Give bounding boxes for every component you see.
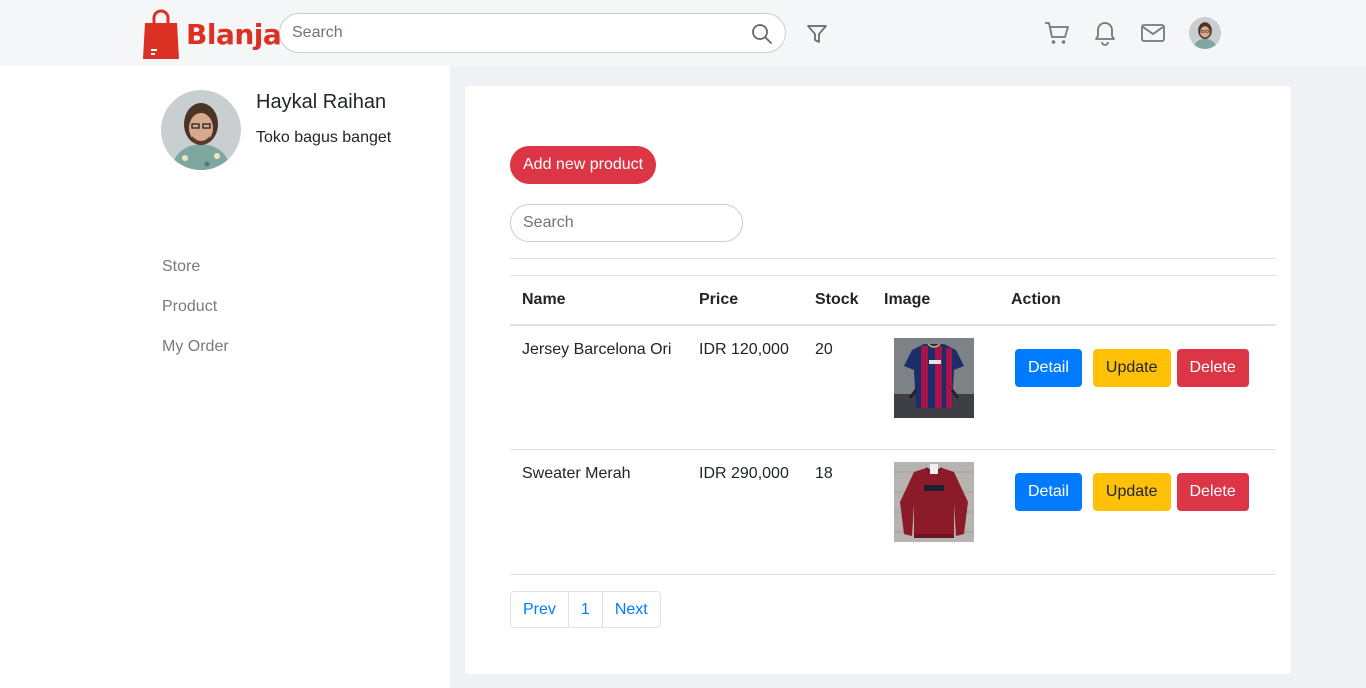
shopping-bag-logo-icon	[143, 9, 179, 59]
detail-button[interactable]: Detail	[1015, 348, 1082, 387]
cart-icon[interactable]	[1044, 20, 1070, 46]
row-actions: Detail Update Delete	[999, 325, 1276, 450]
top-navbar: Blanja	[0, 0, 1366, 66]
avatar-photo	[1189, 17, 1221, 49]
delete-button[interactable]: Delete	[1176, 348, 1249, 387]
pagination: Prev 1 Next	[510, 591, 661, 628]
red-sweater-image[interactable]	[894, 462, 974, 542]
brand-name: Blanja	[186, 17, 282, 51]
update-button[interactable]: Update	[1092, 348, 1171, 387]
update-button[interactable]: Update	[1092, 473, 1171, 511]
brand-logo[interactable]: Blanja	[142, 8, 282, 60]
product-image-cell	[872, 450, 999, 575]
seller-sidebar: Haykal Raihan Toko bagus banget Store Pr…	[0, 66, 450, 688]
product-price: IDR 120,000	[699, 340, 789, 358]
column-header-stock: Stock	[815, 290, 859, 308]
product-name: Sweater Merah	[522, 465, 631, 482]
filter-icon[interactable]	[806, 23, 828, 45]
user-avatar[interactable]	[1189, 17, 1221, 49]
column-header-action: Action	[1011, 290, 1061, 308]
pagination-page-1[interactable]: 1	[567, 592, 602, 627]
page-background	[1291, 66, 1366, 688]
top-search-input[interactable]	[292, 22, 732, 44]
product-name: Jersey Barcelona Ori	[522, 340, 672, 358]
pagination-next[interactable]: Next	[601, 592, 660, 627]
profile-avatar	[161, 90, 241, 170]
column-header-price: Price	[699, 290, 739, 308]
product-image-cell	[872, 325, 999, 450]
table-row: Sweater Merah IDR 290,000 18 Detail Upda…	[510, 450, 1276, 575]
row-actions: Detail Update Delete	[999, 450, 1276, 575]
pagination-prev[interactable]: Prev	[511, 592, 568, 627]
product-table: Name Price Stock Image Action Jersey Bar…	[510, 275, 1276, 575]
sidebar-item-my-order[interactable]: My Order	[162, 338, 229, 356]
product-price: IDR 290,000	[699, 465, 789, 482]
search-icon[interactable]	[751, 23, 773, 45]
sidebar-item-store[interactable]: Store	[162, 258, 200, 276]
top-search-box	[279, 13, 786, 53]
sidebar-item-product[interactable]: Product	[162, 298, 217, 316]
product-list-card: Add new product Name Price Stock Image A…	[465, 86, 1291, 674]
profile-name: Haykal Raihan	[256, 91, 387, 113]
table-header-row: Name Price Stock Image Action	[510, 275, 1276, 325]
add-new-product-button[interactable]: Add new product	[510, 146, 657, 184]
divider	[510, 258, 1276, 259]
product-search-input[interactable]	[510, 204, 743, 242]
bell-icon[interactable]	[1092, 20, 1118, 46]
profile-photo	[161, 90, 241, 170]
product-stock: 20	[815, 340, 833, 358]
product-stock: 18	[815, 465, 833, 482]
profile-description: Toko bagus banget	[256, 129, 392, 146]
mail-icon[interactable]	[1140, 20, 1166, 46]
column-header-image: Image	[884, 290, 931, 308]
column-header-name: Name	[522, 290, 566, 308]
barcelona-jersey-image[interactable]	[894, 337, 974, 418]
table-row: Jersey Barcelona Ori IDR 120,000 20 Deta…	[510, 325, 1276, 450]
delete-button[interactable]: Delete	[1176, 473, 1249, 511]
detail-button[interactable]: Detail	[1015, 473, 1082, 511]
